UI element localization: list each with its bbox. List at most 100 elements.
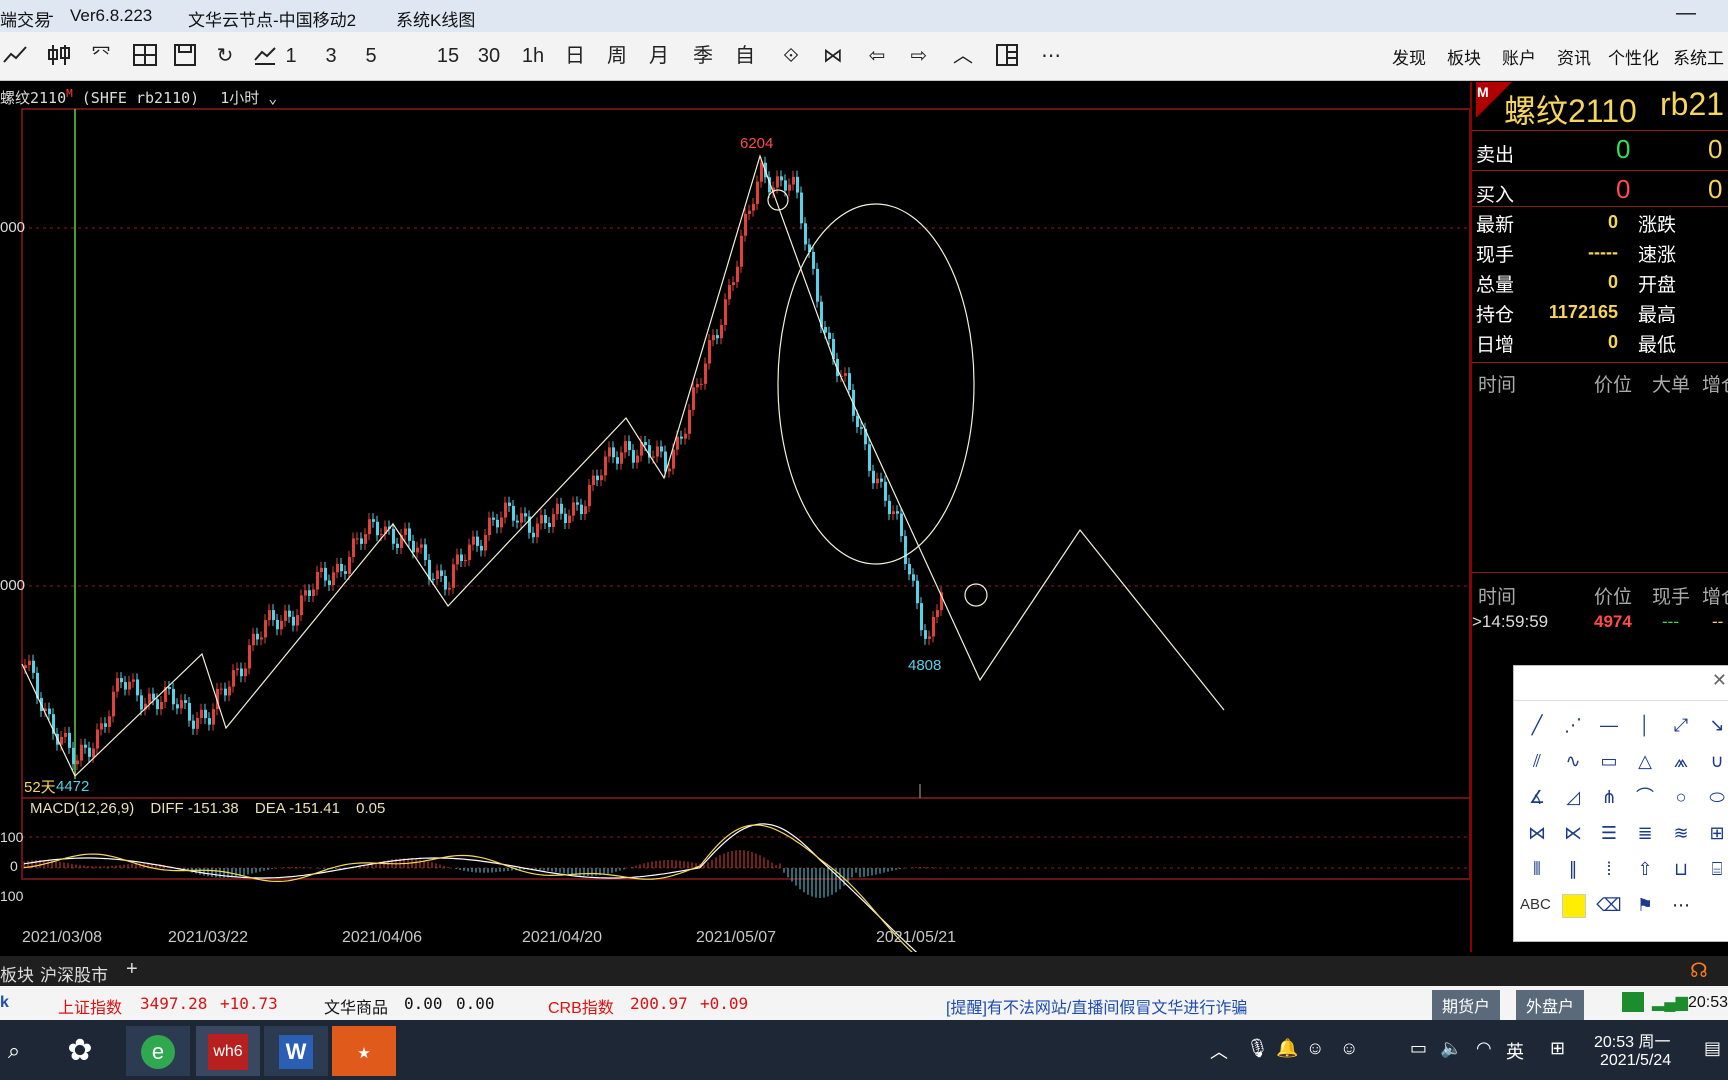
keyboard-icon[interactable]: ⊞	[1550, 1038, 1565, 1059]
fork-icon[interactable]: ⋔	[1594, 782, 1624, 812]
expand-icon[interactable]: ⟐	[778, 42, 804, 70]
trend-line[interactable]	[21, 154, 1225, 778]
qq-icon[interactable]: ☺	[1340, 1038, 1358, 1059]
ellipse-icon[interactable]: ⬭	[1702, 782, 1728, 812]
compress-icon[interactable]: ⋈	[820, 42, 846, 70]
fan-icon[interactable]: ⋉	[1558, 818, 1588, 848]
zigzag-icon[interactable]: ∿	[1558, 746, 1588, 776]
highlight-ellipse[interactable]	[777, 203, 975, 565]
flag-icon[interactable]: ⚑	[1630, 890, 1660, 920]
period-week[interactable]: 周	[604, 42, 630, 70]
vertical-line-icon[interactable]: │	[1630, 710, 1660, 740]
level-icon[interactable]: ⊞	[1702, 818, 1728, 848]
ray-icon[interactable]: ⤢	[1666, 710, 1696, 740]
more-tools-icon[interactable]: ⋯	[1666, 890, 1696, 920]
up-chevron-icon[interactable]: ︿	[950, 42, 976, 70]
eraser-icon[interactable]: ⌫	[1594, 890, 1624, 920]
menu-news[interactable]: 资讯	[1557, 44, 1591, 69]
search-icon[interactable]: ⌕	[0, 1026, 46, 1076]
macd-name[interactable]: MACD(12,26,9)	[30, 800, 134, 817]
layout-icon[interactable]	[994, 42, 1020, 70]
parallel-line-icon[interactable]: ⫽	[1522, 746, 1552, 776]
headphones-icon[interactable]: ☊	[1690, 958, 1708, 983]
minimize-button[interactable]: —	[1676, 2, 1696, 25]
notification-icon[interactable]: ▤	[1704, 1038, 1721, 1059]
color-picker-icon[interactable]	[1558, 890, 1588, 920]
tab-shsz-stocks[interactable]: 沪深股市	[40, 961, 108, 986]
cup-icon[interactable]: ∪	[1702, 746, 1728, 776]
speed-line-icon[interactable]: ⋈	[1522, 818, 1552, 848]
notice-text[interactable]: [提醒]有不法网站/直播间假冒文华进行诈骗	[946, 994, 1247, 1018]
double-lines-icon[interactable]: ∥	[1558, 854, 1588, 884]
kline-svg[interactable]	[0, 82, 1470, 952]
course-app-icon[interactable]: ★	[332, 1026, 396, 1076]
kline-chart-area[interactable]	[0, 82, 1470, 952]
fan-app-icon[interactable]: ✿	[48, 1026, 112, 1076]
wave-icon[interactable]: ⩕	[1666, 746, 1696, 776]
word-app-icon[interactable]: W	[264, 1026, 328, 1076]
menu-personalize[interactable]: 个性化	[1608, 44, 1659, 69]
chevron-down-icon[interactable]: ⌄	[259, 89, 277, 107]
arc-icon[interactable]: ⌒	[1630, 782, 1660, 812]
gann-icon[interactable]: ∡	[1522, 782, 1552, 812]
tab-sector[interactable]: 板块	[0, 961, 34, 986]
wenhua-app-icon[interactable]: wh6	[196, 1026, 260, 1076]
ruler-icon[interactable]: ⊔	[1666, 854, 1696, 884]
text-tool-icon[interactable]: ABC	[1520, 890, 1551, 920]
fibonacci-icon[interactable]: ☰	[1594, 818, 1624, 848]
clock-time[interactable]: 20:53 周一	[1594, 1028, 1671, 1052]
indicator-icon[interactable]	[252, 42, 278, 70]
rectangle-icon[interactable]: ▭	[1594, 746, 1624, 776]
add-tab-button[interactable]: +	[126, 958, 138, 981]
up-arrow-icon[interactable]: ⇧	[1630, 854, 1660, 884]
fibonacci-fan-icon[interactable]: ≣	[1630, 818, 1660, 848]
period-15m[interactable]: 15	[435, 42, 461, 70]
wh-index-name[interactable]: 文华商品	[324, 994, 388, 1018]
text-box-icon[interactable]: ⌸	[1702, 854, 1728, 884]
horizontal-line-icon[interactable]: —	[1594, 710, 1624, 740]
period-30m[interactable]: 30	[476, 42, 502, 70]
period-selector[interactable]: 1小时	[220, 89, 259, 107]
bell-icon[interactable]: 🔔	[1276, 1038, 1298, 1059]
dashed-line-icon[interactable]: ⋰	[1558, 710, 1588, 740]
line-segment-icon[interactable]: ╱	[1522, 710, 1552, 740]
arrow-line-icon[interactable]: ↘	[1702, 710, 1728, 740]
candle-icon[interactable]	[46, 42, 72, 70]
line-chart-icon[interactable]	[2, 42, 28, 70]
right-arrow-icon[interactable]: ⇨	[906, 42, 932, 70]
microphone-icon[interactable]: 🎙	[1246, 1038, 1269, 1059]
ime-indicator[interactable]: 英	[1506, 1038, 1524, 1064]
channel-icon[interactable]: ≋	[1666, 818, 1696, 848]
save-icon[interactable]	[172, 42, 198, 70]
crb-index-name[interactable]: CRB指数	[548, 994, 614, 1018]
triangle-icon[interactable]: △	[1630, 746, 1660, 776]
period-5m[interactable]: 5	[358, 42, 384, 70]
menu-account[interactable]: 账户	[1502, 44, 1536, 69]
period-day[interactable]: 日	[562, 42, 588, 70]
period-3m[interactable]: 3	[318, 42, 344, 70]
volume-icon[interactable]: 🔈	[1440, 1038, 1462, 1059]
close-icon[interactable]: ✕	[1712, 670, 1727, 691]
period-1h[interactable]: 1h	[520, 42, 546, 70]
circle-icon[interactable]: ○	[1666, 782, 1696, 812]
refresh-icon[interactable]: ↻	[212, 42, 238, 70]
menu-system[interactable]: 系统工	[1673, 44, 1724, 69]
qq-icon[interactable]: ☺	[1306, 1038, 1324, 1059]
menu-discover[interactable]: 发现	[1392, 44, 1426, 69]
chevron-up-icon[interactable]: ︿	[1210, 1038, 1228, 1064]
period-month[interactable]: 月	[646, 42, 672, 70]
blue-lines-icon[interactable]: ⁞	[1594, 854, 1624, 884]
period-quarter[interactable]: 季	[690, 42, 716, 70]
browser-app-icon[interactable]: e	[126, 1026, 190, 1076]
futures-account-button[interactable]: 期货户	[1432, 990, 1501, 1020]
clock-date[interactable]: 2021/5/24	[1600, 1052, 1671, 1070]
left-arrow-icon[interactable]: ⇦	[864, 42, 890, 70]
template-icon[interactable]	[132, 42, 158, 70]
period-1m[interactable]: 1	[278, 42, 304, 70]
cycle-lines-icon[interactable]: ⦀	[1522, 854, 1552, 884]
more-icon[interactable]: ⋯	[1038, 42, 1064, 70]
battery-icon[interactable]: ▭	[1410, 1038, 1427, 1059]
angle-icon[interactable]: ◿	[1558, 782, 1588, 812]
period-custom[interactable]: 自	[732, 42, 758, 70]
foreign-account-button[interactable]: 外盘户	[1516, 990, 1585, 1020]
